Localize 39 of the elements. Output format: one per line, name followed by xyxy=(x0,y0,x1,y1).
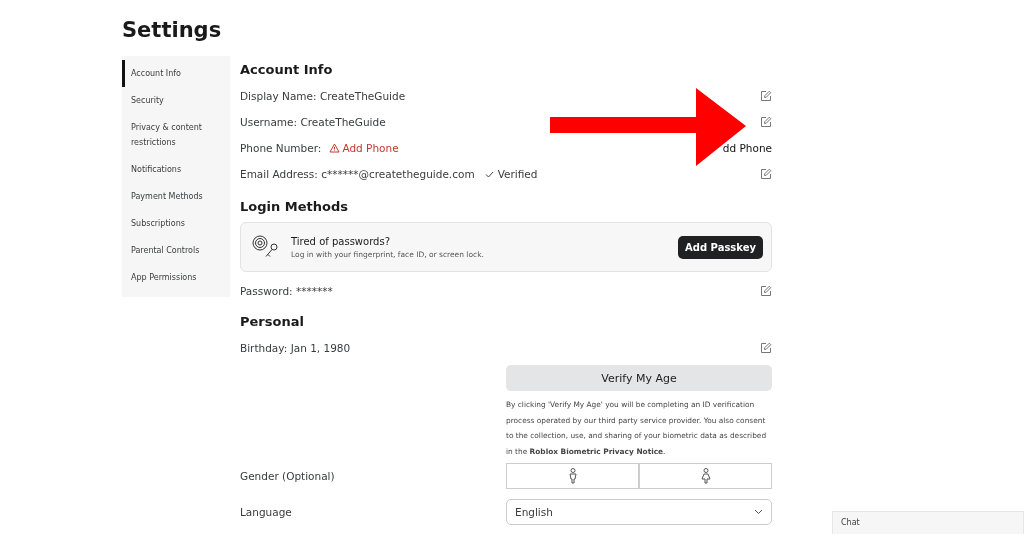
field-text: Email Address: c******@createtheguide.com xyxy=(240,168,475,180)
chevron-down-icon xyxy=(754,509,763,516)
add-phone-link[interactable]: Add Phone xyxy=(329,142,399,154)
edit-button[interactable] xyxy=(760,168,772,180)
field-text: Display Name: CreateTheGuide xyxy=(240,90,406,102)
section-heading: Login Methods xyxy=(240,198,349,216)
sidebar-item[interactable]: Account Info xyxy=(122,60,230,87)
field-text: Username: CreateTheGuide xyxy=(240,116,386,128)
sidebar-item[interactable]: Payment Methods xyxy=(122,183,230,210)
edit-button[interactable] xyxy=(760,342,772,354)
warning-icon xyxy=(329,143,341,153)
fingerprint-key-icon xyxy=(251,234,281,260)
check-icon xyxy=(484,170,494,178)
sidebar-item[interactable]: Subscriptions xyxy=(122,210,230,237)
sidebar-item[interactable]: App Permissions xyxy=(122,264,230,291)
section-heading: Account Info xyxy=(240,61,334,79)
field-label: Phone Number: xyxy=(240,142,322,154)
sidebar-item[interactable]: Parental Controls xyxy=(122,237,230,264)
sidebar-item[interactable]: Privacy & content restrictions xyxy=(122,114,230,156)
page-title: Settings xyxy=(122,18,223,42)
edit-button[interactable] xyxy=(760,116,772,128)
verified-status: Verified xyxy=(484,168,538,180)
language-select[interactable]: English xyxy=(506,499,772,526)
edit-button[interactable] xyxy=(760,285,772,297)
section-heading: Personal xyxy=(240,313,305,331)
chat-panel[interactable]: Chat xyxy=(832,511,1024,534)
field-label: Gender (Optional) xyxy=(240,470,336,483)
add-phone-link[interactable]: dd Phone xyxy=(722,142,772,154)
sidebar-item[interactable]: Security xyxy=(122,87,230,114)
field-label: Language xyxy=(240,506,293,519)
card-title: Tired of passwords? xyxy=(291,235,391,247)
male-figure-icon xyxy=(568,468,577,485)
female-figure-icon xyxy=(700,468,711,485)
field-text: Birthday: Jan 1, 1980 xyxy=(240,342,351,354)
add-passkey-button[interactable]: Add Passkey xyxy=(678,235,763,259)
verify-age-button[interactable]: Verify My Age xyxy=(506,365,772,391)
edit-button[interactable] xyxy=(760,90,772,102)
sidebar-item[interactable]: Notifications xyxy=(122,156,230,183)
field-text: Password: ******* xyxy=(240,285,333,297)
